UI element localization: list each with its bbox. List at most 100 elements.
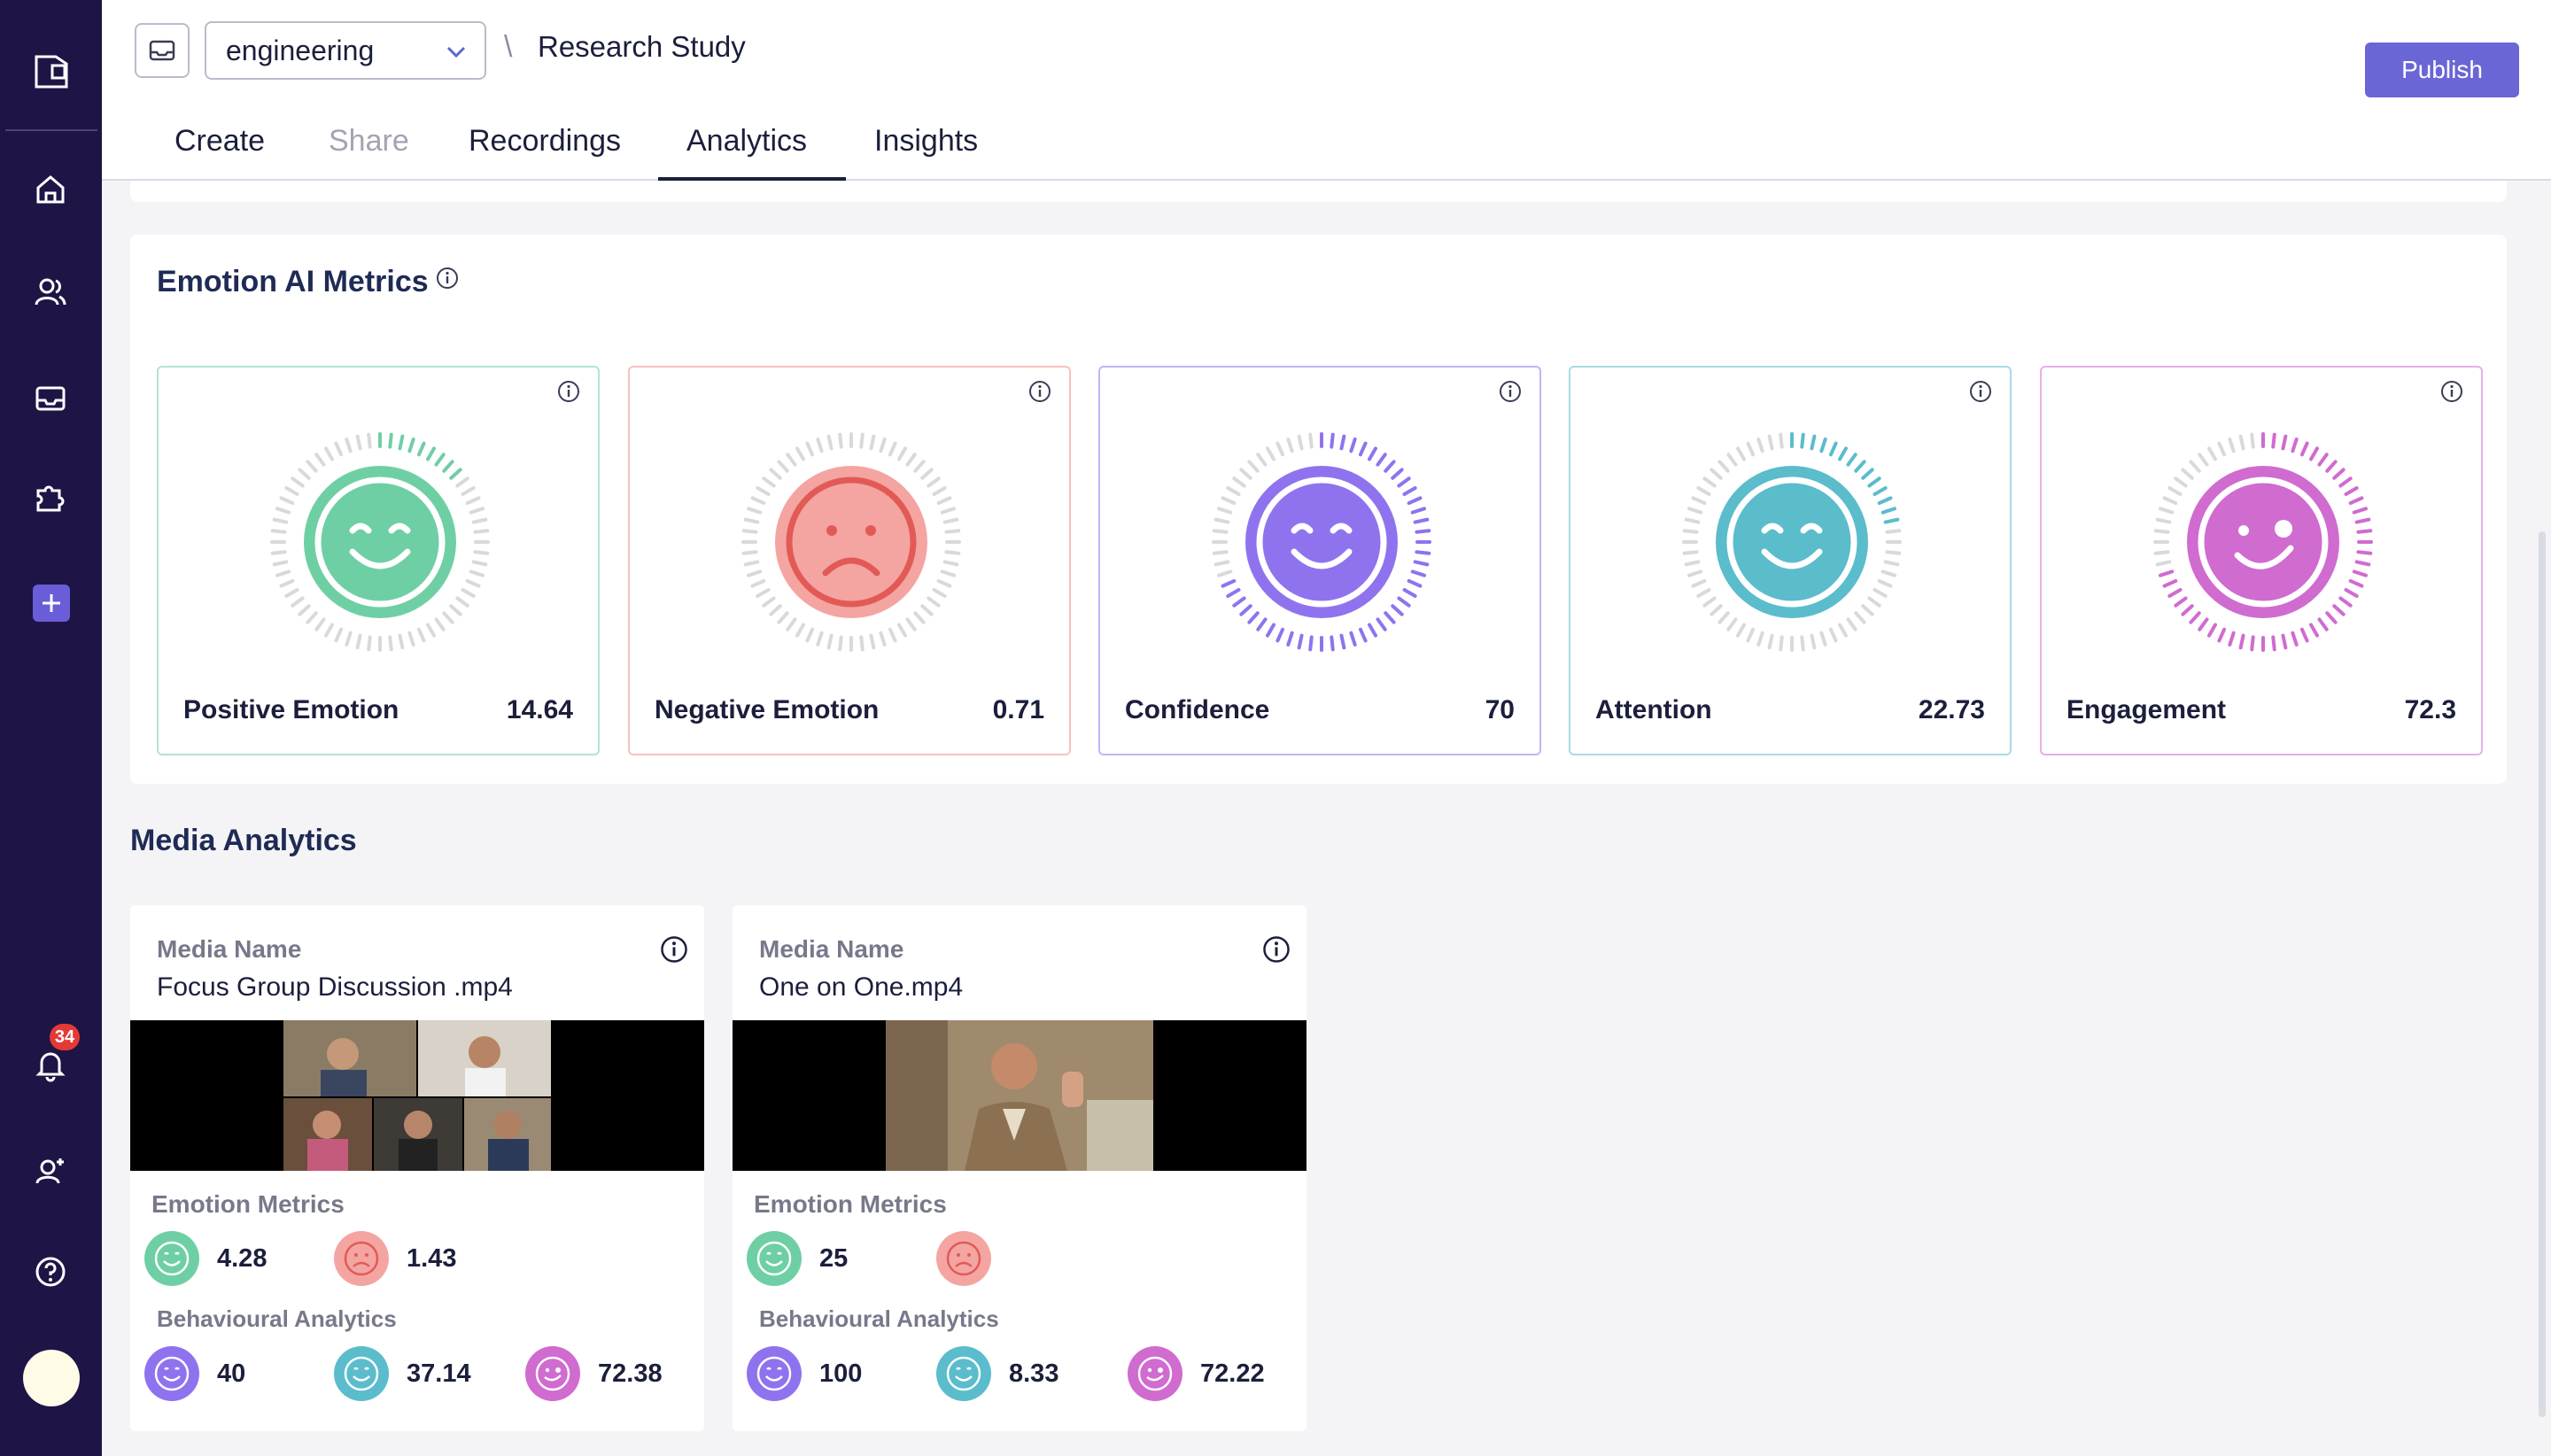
gauge-tick (897, 446, 907, 461)
gauge-tick (2207, 623, 2217, 638)
gauge-tick (1232, 596, 1246, 608)
gauge-tick (2198, 617, 2209, 631)
face-background (775, 466, 927, 618)
gauge-tick (1221, 578, 1237, 588)
negative-metric (936, 1231, 1009, 1286)
chevron-down-icon (446, 46, 466, 58)
gauge-tick (1212, 550, 1229, 555)
info-icon[interactable] (1969, 380, 1992, 403)
gauge-tick (407, 631, 415, 647)
tab-recordings[interactable]: Recordings (469, 124, 621, 159)
gauge-tick (426, 446, 436, 461)
gauge-tick (275, 569, 291, 577)
gauge-tick (1232, 476, 1246, 488)
gauge-tick (2271, 635, 2276, 652)
gauge-tick (942, 560, 959, 567)
info-icon[interactable] (1499, 380, 1522, 403)
gauge-tick (869, 633, 876, 650)
gauge-tick (1413, 560, 1430, 567)
sidebar: 34 (0, 0, 102, 1456)
face-background (1716, 466, 1868, 618)
gauge-tick (2238, 633, 2245, 650)
puzzle-icon[interactable] (31, 478, 70, 517)
panel-title: Emotion AI Metrics (157, 265, 429, 298)
gauge-tick (2167, 588, 2183, 598)
gauge-tick (762, 596, 776, 608)
gauge-tick (2299, 441, 2309, 457)
gauge-tick (1861, 468, 1874, 480)
gauge-tick (940, 507, 957, 515)
positive-metric: 4.28 (144, 1231, 267, 1286)
tab-analytics[interactable]: Analytics (686, 124, 807, 159)
users-icon[interactable] (31, 273, 70, 312)
gauge-tick (1330, 432, 1335, 449)
attention-metric: 8.33 (936, 1346, 1058, 1401)
engagement-metric: 72.22 (1128, 1346, 1265, 1401)
app-logo[interactable] (31, 51, 72, 92)
metric-gauge (270, 432, 490, 652)
previous-panel-edge (130, 181, 2507, 202)
smile-icon (334, 1346, 389, 1401)
face-background (304, 466, 456, 618)
info-icon[interactable] (2440, 380, 2463, 403)
gauge-tick (913, 611, 926, 624)
positive-value: 25 (819, 1243, 849, 1273)
tab-insights[interactable]: Insights (874, 124, 978, 159)
gauge-tick (314, 453, 326, 467)
gauge-tick (2344, 588, 2359, 598)
info-icon[interactable] (436, 267, 459, 290)
info-icon[interactable] (557, 380, 580, 403)
tab-create[interactable]: Create (174, 124, 265, 159)
gauge-tick (2189, 611, 2201, 624)
gauge-tick (762, 476, 776, 488)
gauge-tick (1349, 437, 1357, 453)
gauge-tick (826, 633, 834, 650)
face-background (2187, 466, 2339, 618)
gauge-tick (1746, 441, 1756, 457)
info-icon[interactable] (1262, 935, 1291, 964)
metric-label: Negative Emotion (655, 695, 880, 724)
home-icon[interactable] (31, 170, 70, 209)
media-card-one-on-one[interactable]: Media Name One on One.mp4 Emotion Metric… (733, 905, 1307, 1431)
metric-value: 0.71 (992, 695, 1044, 724)
gauge-tick (1397, 476, 1411, 488)
help-icon[interactable] (31, 1252, 70, 1291)
video-thumbnail[interactable] (733, 1020, 1307, 1171)
tab-share[interactable]: Share (329, 124, 409, 159)
gauge-tick (769, 468, 782, 480)
publish-button[interactable]: Publish (2365, 43, 2519, 97)
gauge-tick (936, 496, 952, 506)
video-thumbnail[interactable] (130, 1020, 704, 1171)
gauge-tick (2291, 631, 2299, 647)
scrollbar[interactable] (2539, 531, 2546, 1417)
gauge-tick (1415, 550, 1431, 555)
gauge-tick (1702, 476, 1717, 488)
avatar[interactable] (23, 1350, 80, 1406)
workspace-select[interactable]: engineering (205, 21, 486, 80)
media-card-focus-group[interactable]: Media Name Focus Group Discussion .mp4 E… (130, 905, 704, 1431)
gauge-tick (1746, 627, 1756, 643)
gauge-tick (1221, 496, 1237, 506)
gauge-tick (786, 617, 797, 631)
gauge-tick (805, 441, 815, 457)
gauge-tick (859, 432, 865, 449)
gauge-tick (944, 550, 961, 555)
gauge-tick (2228, 631, 2236, 647)
add-icon[interactable] (33, 585, 70, 622)
media-analytics-title: Media Analytics (130, 824, 357, 857)
gauge-tick (2281, 434, 2288, 451)
gauge-tick (1846, 617, 1857, 631)
info-icon[interactable] (1028, 380, 1051, 403)
gauge-tick (1339, 633, 1346, 650)
gauge-tick (1684, 517, 1701, 524)
bell-icon[interactable] (31, 1045, 70, 1084)
workspace-button[interactable] (135, 23, 190, 78)
gauge-tick (388, 432, 393, 449)
gauge-tick (816, 437, 824, 453)
add-user-icon[interactable] (31, 1151, 70, 1190)
gauge-tick (879, 631, 887, 647)
info-icon[interactable] (660, 935, 688, 964)
gauge-tick (1266, 446, 1276, 461)
gauge-tick (888, 627, 897, 643)
inbox-icon[interactable] (31, 379, 70, 418)
